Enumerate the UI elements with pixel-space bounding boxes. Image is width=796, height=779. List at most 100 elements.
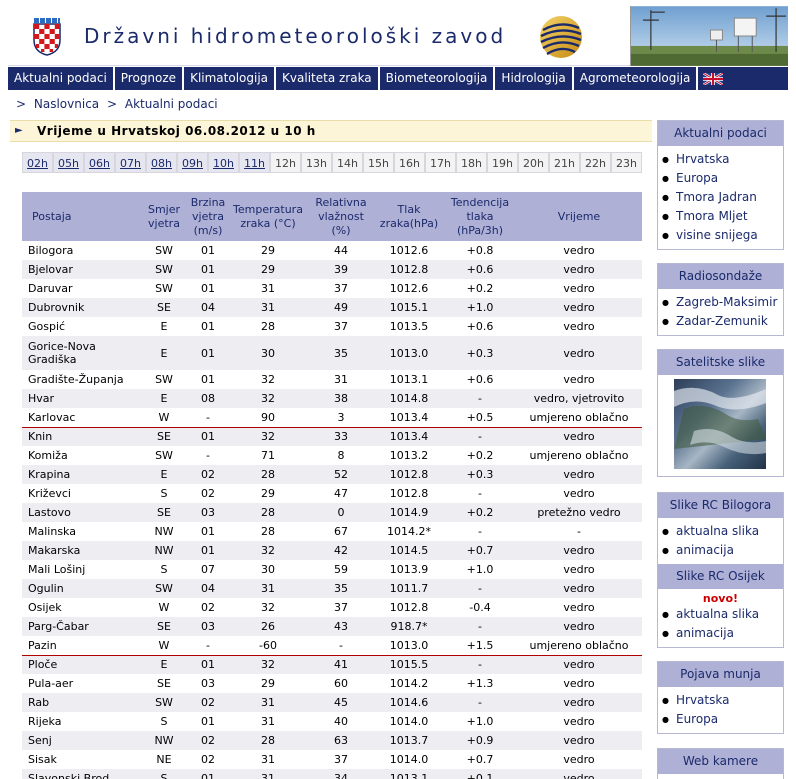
hour-tab[interactable]: 14h — [332, 152, 363, 173]
hour-tab[interactable]: 10h — [208, 152, 239, 173]
sidebar-link-tmora-jadran[interactable]: Tmora Jadran — [662, 188, 783, 207]
wind-speed: 01 — [201, 282, 215, 295]
sidebar-link-aktualna-slika[interactable]: aktualna slika — [662, 605, 783, 624]
hour-tab[interactable]: 22h — [580, 152, 611, 173]
hour-tab[interactable]: 20h — [518, 152, 549, 173]
wind-speed: - — [188, 408, 228, 428]
humidity: 45 — [308, 693, 374, 712]
sidebar-heading: Pojava munja — [658, 662, 783, 687]
table-row: Senj NW 02 28 63 1013.7 +0.9 vedro — [22, 731, 642, 750]
pressure-tendency: - — [478, 525, 482, 538]
station-name[interactable]: Dubrovnik — [22, 298, 140, 317]
station-name[interactable]: Krapina — [22, 465, 140, 484]
station-name[interactable]: Gospić — [22, 317, 140, 336]
sidebar-link-hrvatska[interactable]: Hrvatska — [662, 150, 783, 169]
table-row: Dubrovnik SE 04 31 49 1015.1 +1.0 vedro — [22, 298, 642, 317]
nav-biometeorologija[interactable]: Biometeorologija — [380, 67, 496, 90]
hour-tab[interactable]: 06h — [84, 152, 115, 173]
weather: vedro — [516, 336, 642, 370]
hour-tab[interactable]: 21h — [549, 152, 580, 173]
hour-tab[interactable]: 08h — [146, 152, 177, 173]
station-name[interactable]: Sisak — [22, 750, 140, 769]
pressure-tendency: +0.7 — [466, 753, 494, 766]
breadcrumb-separator: > — [16, 97, 27, 111]
temperature: 29 — [261, 487, 275, 500]
station-name[interactable]: Bjelovar — [22, 260, 140, 279]
nav-klimatologija[interactable]: Klimatologija — [184, 67, 277, 90]
station-name[interactable]: Makarska — [22, 541, 140, 560]
hour-tab[interactable]: 02h — [22, 152, 53, 173]
hour-tab[interactable]: 15h — [363, 152, 394, 173]
sidebar-link-zagreb-maksimir[interactable]: Zagreb-Maksimir — [662, 293, 783, 312]
hour-tab[interactable]: 11h — [239, 152, 270, 173]
station-name[interactable]: Pazin — [22, 636, 140, 656]
sidebar-link-visine-snijega[interactable]: visine snijega — [662, 226, 783, 245]
humidity: 38 — [308, 389, 374, 408]
hour-tab[interactable]: 23h — [611, 152, 642, 173]
satellite-image[interactable] — [674, 379, 766, 469]
nav-hidrologija[interactable]: Hidrologija — [495, 67, 574, 90]
hour-tab[interactable]: 12h — [270, 152, 301, 173]
nav-kvaliteta-zraka[interactable]: Kvaliteta zraka — [276, 67, 380, 90]
wind-direction: SE — [140, 617, 188, 636]
station-name[interactable]: Daruvar — [22, 279, 140, 298]
station-name[interactable]: Ploče — [22, 655, 140, 674]
station-name[interactable]: Gorice-Nova Gradiška — [22, 336, 140, 370]
station-name[interactable]: Osijek — [22, 598, 140, 617]
station-name[interactable]: Lastovo — [22, 503, 140, 522]
temperature: 32 — [228, 389, 308, 408]
station-name[interactable]: Križevci — [22, 484, 140, 503]
sidebar-link-europa[interactable]: Europa — [662, 169, 783, 188]
pressure-tendency: +0.6 — [466, 320, 494, 333]
pressure: 1014.5 — [374, 541, 444, 560]
nav-agrometeorologija[interactable]: Agrometeorologija — [574, 67, 699, 90]
hour-tab[interactable]: 13h — [301, 152, 332, 173]
station-name[interactable]: Malinska — [22, 522, 140, 541]
wind-direction: NW — [154, 525, 174, 538]
temperature: 28 — [261, 525, 275, 538]
table-row: Ploče E 01 32 41 1015.5- vedro — [22, 655, 642, 674]
sidebar-link-animacija[interactable]: animacija — [662, 624, 783, 643]
hour-tab[interactable]: 16h — [394, 152, 425, 173]
station-name[interactable]: Senj — [22, 731, 140, 750]
croatian-coat-of-arms-icon[interactable] — [30, 18, 64, 56]
nav-prognoze[interactable]: Prognoze — [115, 67, 185, 90]
nav-aktualni-podaci[interactable]: Aktualni podaci — [8, 67, 115, 90]
station-name[interactable]: Karlovac — [22, 408, 140, 428]
wind-direction: SW — [140, 260, 188, 279]
wind-direction: S — [160, 563, 168, 576]
sidebar-link-tmora-mljet[interactable]: Tmora Mljet — [662, 207, 783, 226]
hour-tab[interactable]: 05h — [53, 152, 84, 173]
pressure-tendency: - — [444, 693, 516, 712]
sidebar-link-animacija[interactable]: animacija — [662, 541, 783, 560]
breadcrumb-home[interactable]: Naslovnica — [34, 97, 99, 111]
station-name[interactable]: Mali Lošinj — [22, 560, 140, 579]
hour-tab[interactable]: 17h — [425, 152, 456, 173]
station-name[interactable]: Knin — [22, 427, 140, 446]
station-name[interactable]: Parg-Čabar — [22, 617, 140, 636]
sidebar-link-europa[interactable]: Europa — [662, 710, 783, 729]
sidebar-link-zadar-zemunik[interactable]: Zadar-Zemunik — [662, 312, 783, 331]
pressure: 1014.6 — [374, 693, 444, 712]
station-name[interactable]: Rijeka — [22, 712, 140, 731]
site-title[interactable]: Državni hidrometeorološki zavod — [84, 24, 506, 48]
station-name[interactable]: Hvar — [22, 389, 140, 408]
hour-tab[interactable]: 07h — [115, 152, 146, 173]
station-name[interactable]: Ogulin — [22, 579, 140, 598]
uk-flag-icon[interactable] — [698, 67, 727, 90]
station-name[interactable]: Gradište-Županja — [22, 370, 140, 389]
wind-speed: 04 — [188, 579, 228, 598]
hour-tab[interactable]: 09h — [177, 152, 208, 173]
sidebar-link-hrvatska[interactable]: Hrvatska — [662, 691, 783, 710]
wind-speed: 08 — [188, 389, 228, 408]
station-name[interactable]: Bilogora — [22, 241, 140, 260]
station-name[interactable]: Komiža — [22, 446, 140, 465]
hour-tab[interactable]: 18h — [456, 152, 487, 173]
hour-tab[interactable]: 19h — [487, 152, 518, 173]
page-title: Vrijeme u Hrvatskoj 06.08.2012 u 10 h — [37, 124, 316, 138]
station-name[interactable]: Pula-aer — [22, 674, 140, 693]
humidity: 42 — [308, 541, 374, 560]
station-name[interactable]: Slavonski Brod — [22, 769, 140, 779]
sidebar-link-aktualna-slika[interactable]: aktualna slika — [662, 522, 783, 541]
station-name[interactable]: Rab — [22, 693, 140, 712]
